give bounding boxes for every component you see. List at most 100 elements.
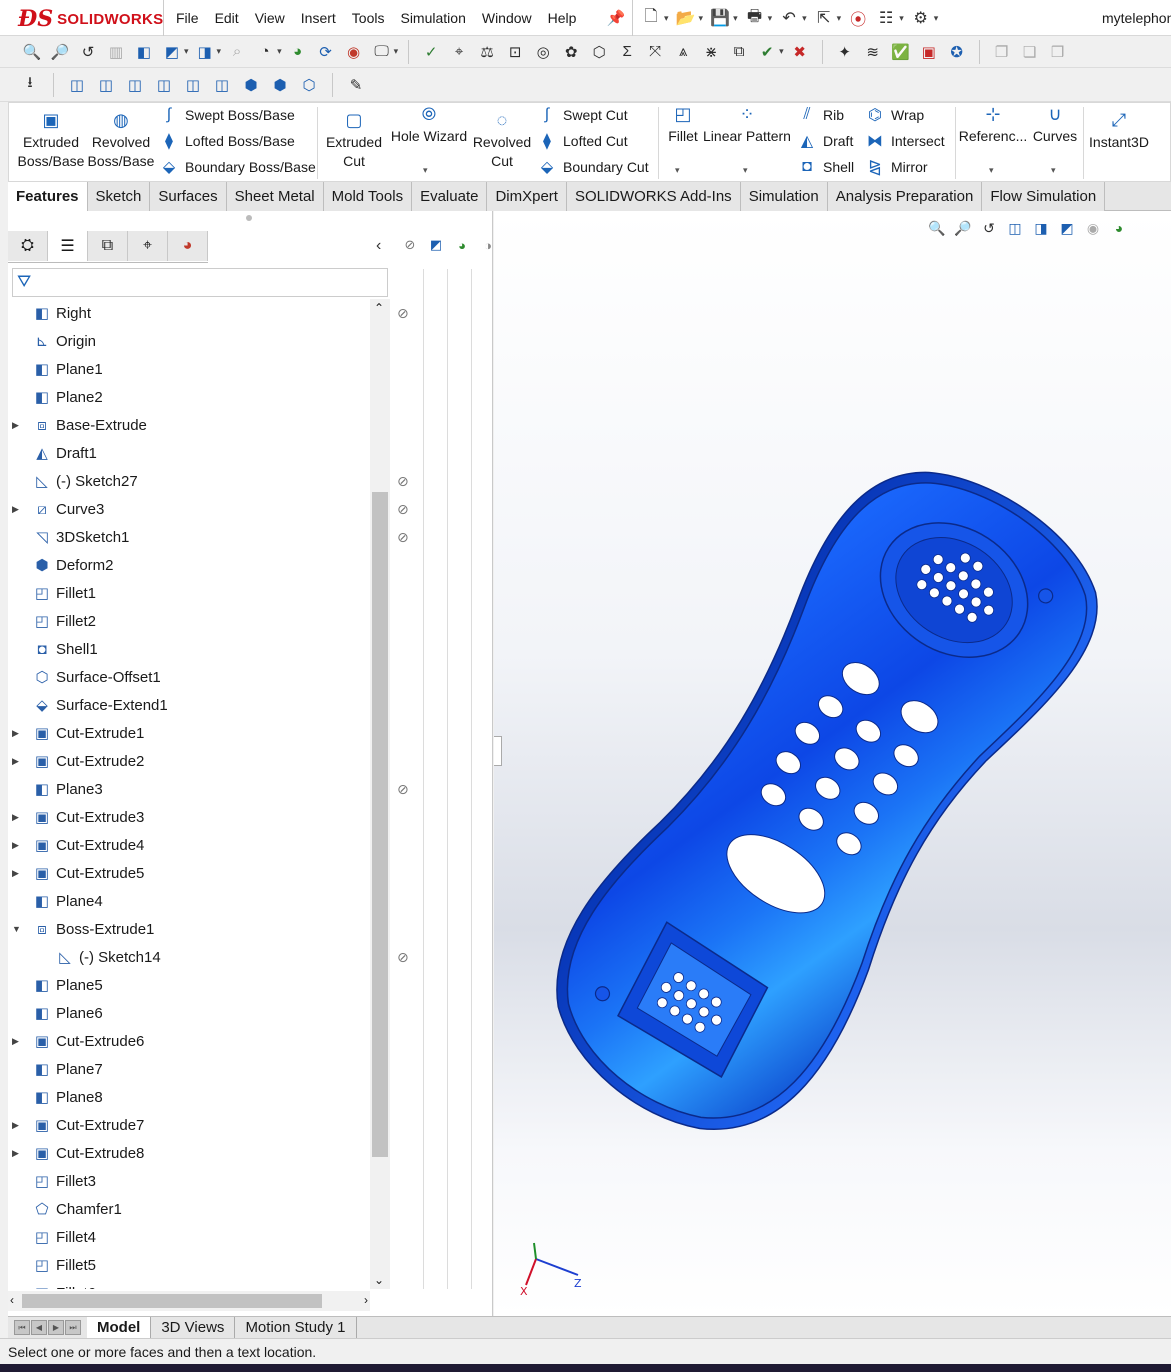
tab-3d-views[interactable]: 3D Views (151, 1317, 236, 1339)
appearance-icon[interactable]: ◕ (286, 40, 310, 64)
chevron-down-icon[interactable]: ▾ (837, 13, 842, 24)
tree-item[interactable]: ◰ Fillet1 (8, 579, 370, 607)
tree-item[interactable]: ◹ 3DSketch1 (8, 523, 370, 551)
import-diagnostics-icon[interactable]: ⬡ (587, 40, 611, 64)
spell-check-icon[interactable]: ✓ (419, 40, 443, 64)
front-view-icon[interactable]: ◫ (65, 73, 89, 97)
tab-surfaces[interactable]: Surfaces (150, 182, 227, 211)
feature-manager-tab-icon[interactable]: ⛭ (8, 231, 48, 261)
expand-arrow-icon[interactable]: ▶ (12, 420, 24, 431)
display-icon[interactable]: ◩ (426, 235, 446, 255)
graphics-area[interactable]: 🔍 🔎 ↺ ◫ ◨ ◩ ◉ ◕ X Z (494, 211, 1171, 1316)
tree-item[interactable]: ◧ Plane8 (8, 1083, 370, 1111)
previous-tab-icon[interactable]: ◀ (31, 1320, 47, 1335)
new-document-icon[interactable]: 🗋 (640, 7, 662, 29)
tab-sketch[interactable]: Sketch (87, 182, 151, 211)
window-cascade-icon[interactable]: ❏ (1018, 40, 1042, 64)
view-orientation-icon[interactable]: ◧ (132, 40, 156, 64)
symmetry-check-icon[interactable]: ✔ (755, 40, 779, 64)
right-view-icon[interactable]: ◫ (152, 73, 176, 97)
tab-evaluate[interactable]: Evaluate (412, 182, 488, 211)
chevron-down-icon[interactable]: ▾ (184, 46, 189, 57)
tab-features[interactable]: Features (8, 182, 88, 211)
compare-icon[interactable]: ⧉ (727, 40, 751, 64)
intersect-button[interactable]: ⧓ Intersect (865, 129, 945, 153)
expand-arrow-icon[interactable]: ▶ (12, 1120, 24, 1131)
menu-help[interactable]: Help (548, 10, 577, 26)
reference-geometry-button[interactable]: ⊹ Referenc... (959, 105, 1027, 146)
tree-item[interactable]: ◧ Plane4 (8, 887, 370, 915)
next-tab-icon[interactable]: ▶ (48, 1320, 64, 1335)
configuration-manager-tab-icon[interactable]: ⧉ (88, 231, 128, 261)
chevron-down-icon[interactable]: ▾ (934, 13, 939, 24)
tree-item[interactable]: ◧ Plane6 (8, 999, 370, 1027)
tab-addins[interactable]: SOLIDWORKS Add-Ins (566, 182, 741, 211)
tree-item[interactable]: ▶ ⧄ Curve3 (8, 495, 370, 523)
scroll-left-icon[interactable]: ‹ (10, 1293, 14, 1307)
equations-icon[interactable]: Σ (615, 40, 639, 64)
tree-item[interactable]: ▶ ▣ Cut-Extrude4 (8, 831, 370, 859)
chevron-down-icon[interactable]: ▾ (899, 13, 904, 24)
fillet-button[interactable]: ◰ Fillet (661, 105, 705, 146)
menu-simulation[interactable]: Simulation (400, 10, 465, 26)
tab-model[interactable]: Model (87, 1317, 152, 1339)
expand-arrow-icon[interactable]: ▶ (12, 1036, 24, 1047)
first-tab-icon[interactable]: ⏮ (14, 1320, 30, 1335)
zoom-fit-icon[interactable]: 🔍 (20, 40, 44, 64)
tab-motion-study[interactable]: Motion Study 1 (235, 1317, 357, 1339)
linear-pattern-dropdown-icon[interactable]: ▾ (743, 165, 748, 176)
lofted-cut-button[interactable]: ⧫ Lofted Cut (537, 129, 628, 153)
expand-arrow-icon[interactable]: ▶ (12, 812, 24, 823)
menu-view[interactable]: View (255, 10, 285, 26)
chevron-down-icon[interactable]: ▾ (394, 46, 399, 57)
tree-item[interactable]: ◧ Plane3 (8, 775, 370, 803)
menu-tools[interactable]: Tools (352, 10, 385, 26)
chevron-down-icon[interactable]: ▾ (277, 46, 282, 57)
expand-arrow-icon[interactable]: ▶ (12, 840, 24, 851)
menu-insert[interactable]: Insert (301, 10, 336, 26)
scroll-thumb[interactable] (22, 1294, 322, 1308)
mirror-button[interactable]: ⧎ Mirror (865, 155, 927, 179)
sustainability-icon[interactable]: ✪ (945, 40, 969, 64)
curves-button[interactable]: ∪ Curves (1029, 105, 1081, 146)
tree-item[interactable]: ◺ (-) Sketch27 (8, 467, 370, 495)
tab-analysis-preparation[interactable]: Analysis Preparation (827, 182, 983, 211)
expand-arrow-icon[interactable]: ▶ (12, 868, 24, 879)
bottom-view-icon[interactable]: ◫ (210, 73, 234, 97)
chevron-down-icon[interactable]: ▾ (664, 13, 669, 24)
tab-sheet-metal[interactable]: Sheet Metal (226, 182, 324, 211)
swept-boss-button[interactable]: ∫ Swept Boss/Base (159, 103, 295, 127)
tree-item[interactable]: ▶ ▣ Cut-Extrude7 (8, 1111, 370, 1139)
design-check-icon[interactable]: ✅ (889, 40, 913, 64)
hole-wizard-button[interactable]: ⦾ Hole Wizard (387, 105, 471, 146)
isometric-view-icon[interactable]: ⬢ (239, 73, 263, 97)
hidden-eye-icon[interactable]: ⊘ (397, 473, 409, 490)
tree-item[interactable]: ◧ Plane7 (8, 1055, 370, 1083)
tree-item[interactable]: ▶ ▣ Cut-Extrude8 (8, 1139, 370, 1167)
scroll-up-icon[interactable]: ⌃ (374, 301, 384, 315)
hidden-eye-icon[interactable]: ⊘ (397, 501, 409, 518)
expand-arrow-icon[interactable]: ▶ (12, 1148, 24, 1159)
curves-dropdown-icon[interactable]: ▾ (1051, 165, 1056, 176)
zoom-selection-icon[interactable]: ⌕ (225, 40, 249, 64)
tree-item[interactable]: ◧ Right (8, 299, 370, 327)
tree-item[interactable]: ⬙ Surface-Extend1 (8, 691, 370, 719)
phone-model-3d[interactable] (494, 211, 1171, 1316)
reference-dropdown-icon[interactable]: ▾ (989, 165, 994, 176)
instant3d-button[interactable]: ⤢ Instant3D (1085, 111, 1153, 152)
extruded-cut-button[interactable]: ▢ Extruded Cut (321, 111, 387, 171)
open-icon[interactable]: 📂 (675, 7, 697, 29)
appearance-icon[interactable]: ◕ (452, 235, 472, 255)
rib-button[interactable]: ⫽ Rib (797, 103, 844, 127)
tab-dimxpert[interactable]: DimXpert (487, 182, 567, 211)
tree-item[interactable]: ▶ ▣ Cut-Extrude1 (8, 719, 370, 747)
rebuild-icon[interactable]: ⦿ (847, 7, 869, 29)
previous-view-icon[interactable]: ↺ (76, 40, 100, 64)
lofted-boss-button[interactable]: ⧫ Lofted Boss/Base (159, 129, 295, 153)
property-manager-tab-icon[interactable]: ☰ (48, 231, 88, 261)
tree-vertical-scrollbar[interactable]: ⌃ ⌄ (370, 299, 390, 1289)
section-view-icon[interactable]: ▥ (104, 40, 128, 64)
hide-icon[interactable]: ⊘ (400, 235, 420, 255)
tree-item[interactable]: ⬡ Surface-Offset1 (8, 663, 370, 691)
chevron-down-icon[interactable]: ▾ (217, 46, 222, 57)
